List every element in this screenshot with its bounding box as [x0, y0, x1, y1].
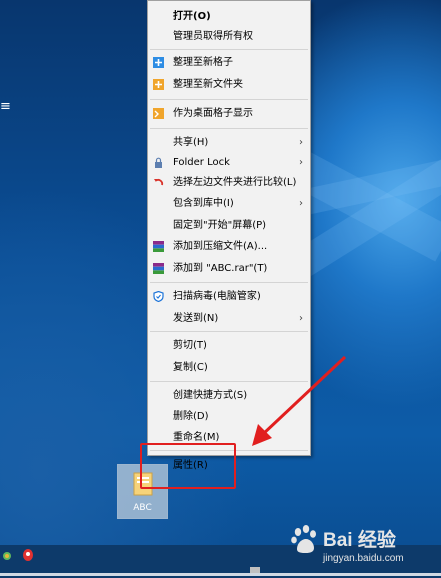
submenu-arrow-icon: › — [299, 198, 303, 209]
menu-item-open[interactable]: 打开(O) — [148, 7, 310, 27]
menu-separator — [150, 128, 308, 129]
menu-item-create-shortcut[interactable]: 创建快捷方式(S) — [148, 386, 310, 406]
folder-label: ABC — [133, 503, 152, 513]
menu-item-delete[interactable]: 删除(D) — [148, 407, 310, 427]
menu-separator — [150, 381, 308, 382]
annotation-highlight-box — [140, 443, 236, 489]
menu-separator — [150, 282, 308, 283]
menu-item-label: 添加到 "ABC.rar"(T) — [173, 263, 268, 274]
desktop-edge-glyph: ≡ — [0, 99, 11, 114]
fence-plus-icon — [153, 57, 164, 68]
menu-item-organize-new-folder[interactable]: 整理至新文件夹 — [148, 75, 310, 95]
menu-item-add-to-abc-rar[interactable]: 添加到 "ABC.rar"(T) — [148, 259, 310, 279]
menu-item-label: 添加到压缩文件(A)... — [173, 241, 268, 252]
menu-item-show-as-fence[interactable]: 作为桌面格子显示 — [148, 104, 310, 124]
submenu-arrow-icon: › — [299, 313, 303, 324]
menu-item-label: Folder Lock — [173, 157, 230, 168]
lock-icon — [155, 157, 162, 168]
menu-item-label: 打开(O) — [173, 11, 211, 22]
submenu-arrow-icon: › — [299, 157, 303, 168]
menu-item-label: 整理至新文件夹 — [173, 79, 243, 90]
menu-item-label: 创建快捷方式(S) — [173, 390, 248, 401]
menu-item-label: 扫描病毒(电脑管家) — [173, 291, 261, 302]
menu-item-cut[interactable]: 剪切(T) — [148, 336, 310, 356]
menu-separator — [150, 331, 308, 332]
watermark-title: Bai 经验 — [323, 530, 396, 551]
menu-item-copy[interactable]: 复制(C) — [148, 358, 310, 378]
context-menu: 打开(O) 管理员取得所有权 整理至新格子 整理至新文件夹 作为桌面格子显示 共… — [147, 0, 311, 471]
winrar-icon — [153, 263, 164, 274]
desktop-fence-icon — [153, 108, 164, 119]
menu-item-pin-to-start[interactable]: 固定到"开始"屏幕(P) — [148, 216, 310, 236]
menu-item-include-in-library[interactable]: 包含到库中(I) › — [148, 194, 310, 214]
menu-item-take-ownership[interactable]: 管理员取得所有权 — [148, 27, 310, 47]
compare-arrow-icon — [154, 179, 164, 186]
winrar-icon — [153, 241, 164, 252]
menu-item-label: 剪切(T) — [173, 340, 207, 351]
menu-item-label: 共享(H) — [173, 137, 209, 148]
menu-item-label: 作为桌面格子显示 — [173, 108, 253, 119]
menu-item-label: 删除(D) — [173, 411, 209, 422]
menu-item-share[interactable]: 共享(H) › — [148, 133, 310, 153]
menu-item-label: 固定到"开始"屏幕(P) — [173, 220, 267, 231]
baidu-watermark: Bai 经验 jingyan.baidu.com — [287, 519, 437, 577]
antivirus-tray-icon[interactable] — [22, 548, 34, 562]
menu-item-label: 发送到(N) — [173, 313, 219, 324]
paw-logo-icon — [291, 525, 316, 553]
menu-separator — [150, 49, 308, 50]
folder-plus-icon — [153, 79, 164, 90]
menu-item-send-to[interactable]: 发送到(N) › — [148, 309, 310, 329]
menu-item-add-to-archive[interactable]: 添加到压缩文件(A)... — [148, 237, 310, 257]
menu-item-folder-lock[interactable]: Folder Lock › — [148, 153, 310, 173]
watermark-url: jingyan.baidu.com — [323, 553, 404, 564]
submenu-arrow-icon: › — [299, 137, 303, 148]
menu-item-compare-left-folder[interactable]: 选择左边文件夹进行比较(L) — [148, 173, 310, 193]
menu-item-label: 整理至新格子 — [173, 57, 233, 68]
menu-item-label: 管理员取得所有权 — [173, 31, 253, 42]
menu-item-label: 选择左边文件夹进行比较(L) — [173, 177, 297, 188]
menu-separator — [150, 99, 308, 100]
network-tray-icon[interactable] — [1, 550, 13, 562]
shield-icon — [153, 291, 164, 302]
menu-item-label: 包含到库中(I) — [173, 198, 234, 209]
menu-item-label: 复制(C) — [173, 362, 208, 373]
menu-item-organize-new-fence[interactable]: 整理至新格子 — [148, 53, 310, 73]
menu-item-scan-virus[interactable]: 扫描病毒(电脑管家) — [148, 287, 310, 307]
